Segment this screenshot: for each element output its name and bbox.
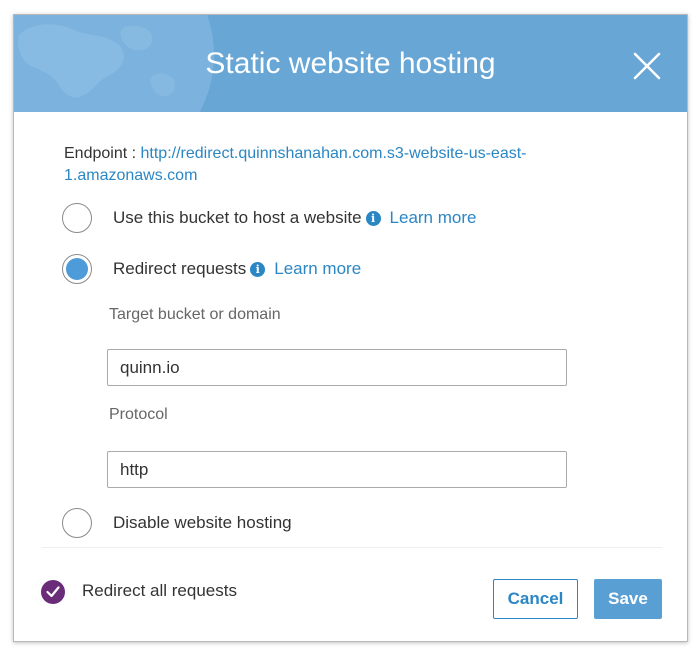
endpoint-label: Endpoint : [64, 145, 137, 162]
radio-disable-hosting[interactable] [62, 508, 92, 538]
option-host-website[interactable]: Use this bucket to host a website i Lear… [62, 202, 476, 234]
info-icon[interactable]: i [250, 261, 266, 277]
save-button[interactable]: Save [594, 579, 662, 619]
protocol-input[interactable] [107, 451, 567, 488]
learn-more-link-redirect[interactable]: Learn more [274, 259, 361, 279]
target-bucket-input[interactable] [107, 349, 567, 386]
cancel-button[interactable]: Cancel [493, 579, 578, 619]
learn-more-link-host[interactable]: Learn more [390, 208, 477, 228]
disable-hosting-label: Disable website hosting [113, 513, 292, 532]
info-icon[interactable]: i [365, 210, 381, 226]
radio-host-website[interactable] [62, 203, 92, 233]
target-bucket-label: Target bucket or domain [109, 306, 281, 323]
static-website-hosting-dialog: Static website hosting Endpoint : http:/… [13, 14, 688, 642]
dialog-header: Static website hosting [14, 15, 687, 112]
option-disable-hosting[interactable]: Disable website hosting [62, 507, 292, 539]
protocol-label: Protocol [109, 406, 168, 423]
radio-redirect-requests[interactable] [62, 254, 92, 284]
dialog-title: Static website hosting [205, 47, 496, 80]
option-redirect-requests[interactable]: Redirect requests i Learn more [62, 253, 361, 285]
check-icon[interactable] [41, 580, 65, 604]
footer-divider [42, 547, 662, 548]
endpoint-info: Endpoint : http://redirect.quinnshanahan… [64, 143, 624, 187]
host-website-label: Use this bucket to host a website [113, 208, 362, 227]
close-icon[interactable] [632, 51, 662, 81]
redirect-requests-label: Redirect requests [113, 259, 247, 278]
redirect-all-requests-label: Redirect all requests [82, 581, 237, 600]
